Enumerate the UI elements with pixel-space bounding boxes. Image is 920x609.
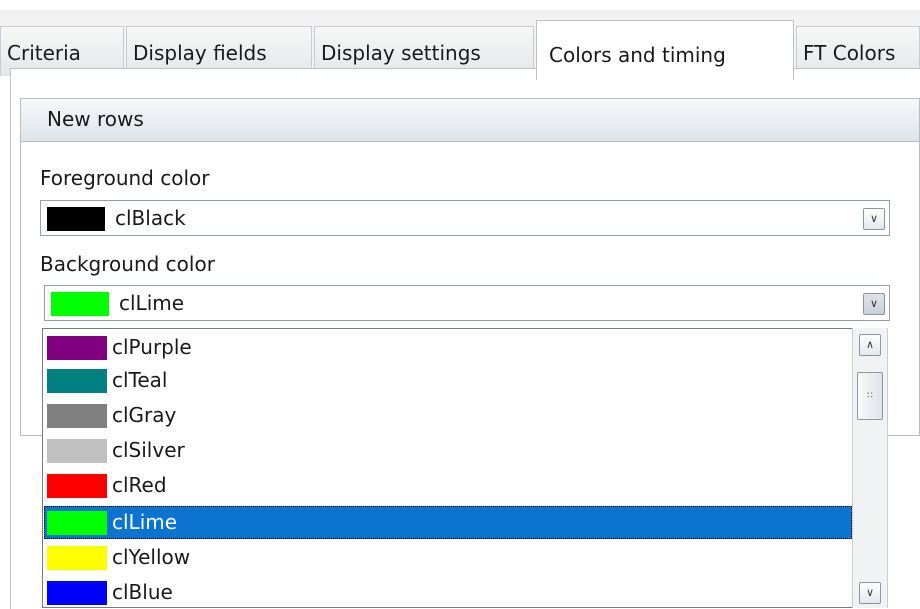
color-swatch [51,292,109,316]
list-item[interactable]: clTeal [43,364,853,397]
scroll-thumb[interactable]: ∷ [857,372,883,420]
list-item-label: clPurple [112,335,192,359]
color-swatch [47,439,107,463]
chevron-down-icon[interactable]: ∨ [863,293,885,315]
tab-label: Colors and timing [549,43,726,67]
chevron-up-icon[interactable]: ∧ [859,334,881,356]
tab-bar: Criteria Display fields Display settings… [0,10,920,80]
window-top-edge [0,0,920,10]
tab-label: Display settings [321,41,481,65]
background-color-label: Background color [40,252,215,276]
color-swatch [47,336,107,360]
chevron-down-icon[interactable]: ∨ [863,208,885,230]
tab-label: FT Colors [803,41,896,65]
color-dropdown-list[interactable]: clPurple clTeal clGray clSilver clRed cl… [42,328,864,608]
list-item[interactable]: clYellow [43,541,853,574]
chevron-down-icon[interactable]: ∨ [859,582,881,604]
list-item[interactable]: clSilver [43,434,853,467]
list-item-label: clLime [112,510,178,534]
color-swatch [47,404,107,428]
list-item[interactable]: clBlue [43,576,853,607]
list-item[interactable]: clRed [43,469,853,502]
foreground-color-combo[interactable]: clBlack ∨ [40,200,890,236]
list-item-label: clTeal [112,368,168,392]
foreground-color-value: clBlack [115,206,186,230]
list-item-label: clBlue [112,580,173,604]
list-item-label: clRed [112,473,167,497]
color-swatch [47,546,107,570]
group-title: New rows [47,107,144,131]
list-item-label: clSilver [112,438,185,462]
list-item-selected[interactable]: clLime [43,506,853,539]
list-item-label: clGray [112,403,177,427]
background-color-value: clLime [119,291,185,315]
dropdown-scrollbar[interactable]: ∧ ∷ ∨ [852,328,888,608]
foreground-color-label: Foreground color [40,166,210,190]
color-swatch [47,207,105,231]
grip-icon: ∷ [867,391,873,401]
tab-label: Display fields [133,41,267,65]
color-swatch [47,511,107,535]
tab-label: Criteria [7,41,81,65]
group-header: New rows [21,99,919,142]
color-swatch [47,369,107,393]
color-swatch [47,581,107,605]
background-color-combo[interactable]: clLime ∨ [44,285,890,321]
tab-colors-and-timing[interactable]: Colors and timing [536,20,794,80]
list-item[interactable]: clGray [43,399,853,432]
list-item-label: clYellow [112,545,191,569]
color-swatch [47,474,107,498]
list-item[interactable]: clPurple [43,331,853,364]
